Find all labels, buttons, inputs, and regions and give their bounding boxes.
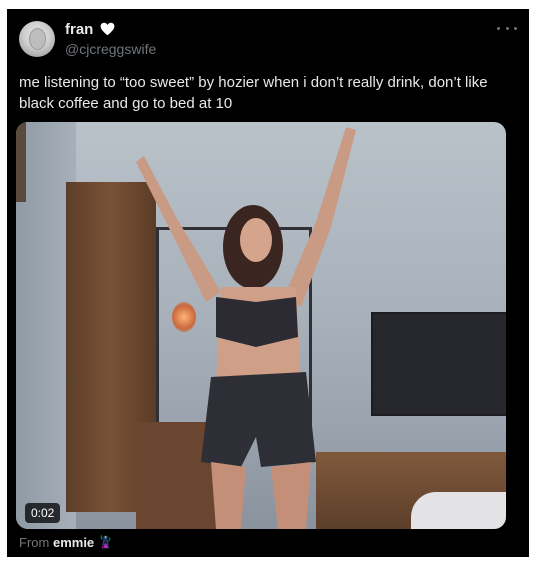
media-source-name[interactable]: emmie [53,535,94,550]
media-source-prefix: From [19,535,50,550]
tweet-card: fran @cjcreggswife me listening to “too … [7,9,529,557]
video-duration-badge: 0:02 [25,503,61,523]
avatar[interactable] [19,21,55,57]
video-media[interactable] [16,122,506,529]
media-source-emoji: 🦹 [97,535,114,550]
more-horizontal-icon[interactable] [497,25,517,31]
white-heart-icon [100,22,115,36]
media-source: From emmie 🦹 [19,535,114,551]
tweet-text: me listening to “too sweet” by hozier wh… [19,74,488,112]
display-name[interactable]: fran [65,21,93,38]
avatar-face [29,28,46,50]
video-scene-dancer [136,127,356,529]
user-handle[interactable]: @cjcreggswife [65,41,156,57]
